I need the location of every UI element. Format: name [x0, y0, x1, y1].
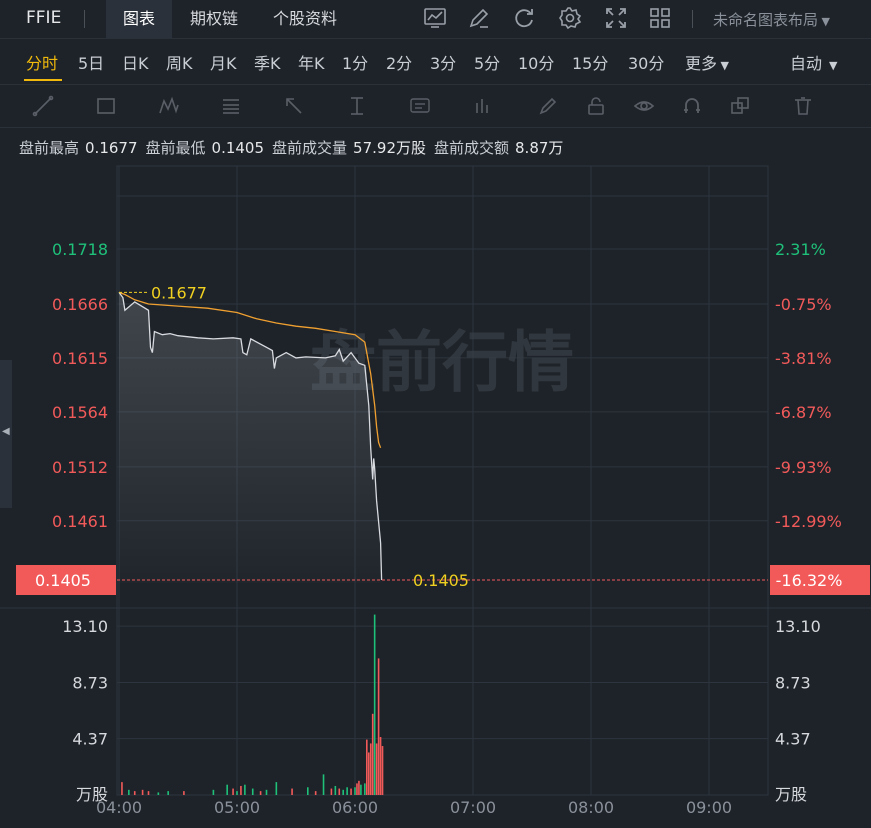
percent-tick-label: -6.87%: [775, 403, 832, 422]
volume-bar: [346, 787, 348, 795]
volume-tick-label: 8.73: [775, 674, 811, 693]
price-tick-label: 0.1564: [52, 403, 108, 422]
volume-bar: [291, 788, 293, 795]
volume-bar: [121, 782, 123, 795]
price-volume-chart[interactable]: 盘前行情0.16770.14050.1405 -16.32%0.1718 2.31%…: [0, 0, 871, 828]
volume-bar: [236, 791, 238, 795]
volume-bar: [133, 791, 136, 795]
volume-bar: [338, 788, 341, 795]
volume-bar: [375, 743, 378, 795]
volume-bar: [342, 789, 344, 795]
volume-bar: [226, 784, 228, 795]
time-tick-label: 09:00: [686, 798, 732, 817]
volume-tick-label: 4.37: [775, 730, 811, 749]
volume-bar: [381, 746, 384, 795]
current-price-tag-text: 0.1405: [35, 571, 91, 590]
percent-tick-label: -9.93%: [775, 458, 832, 477]
volume-bar: [212, 789, 215, 795]
time-tick-label: 07:00: [450, 798, 496, 817]
percent-tick-label: -3.81%: [775, 349, 832, 368]
high-marker-label: 0.1677: [151, 283, 207, 302]
volume-bar: [373, 614, 376, 795]
volume-bar: [356, 783, 358, 795]
volume-bar: [358, 780, 360, 795]
volume-bar: [240, 785, 242, 795]
price-tick-label: 0.1666: [52, 295, 108, 314]
volume-bar: [379, 737, 382, 795]
volume-tick-label: 13.10: [775, 617, 821, 636]
volume-bar: [322, 774, 325, 795]
volume-bar: [141, 789, 144, 795]
volume-bar: [334, 785, 337, 795]
time-tick-label: 06:00: [332, 798, 378, 817]
volume-bar: [157, 792, 160, 795]
time-tick-label: 05:00: [214, 798, 260, 817]
time-tick-label: 08:00: [568, 798, 614, 817]
volume-bar: [183, 791, 185, 795]
volume-tick-label: 4.37: [72, 730, 108, 749]
price-tick-label: 0.1461: [52, 512, 108, 531]
volume-tick-label: 13.10: [62, 617, 108, 636]
volume-bar: [232, 788, 234, 795]
price-tick-label: 0.1615: [52, 349, 108, 368]
volume-bar: [251, 788, 254, 795]
volume-bar: [244, 784, 246, 795]
volume-bar: [265, 789, 268, 795]
volume-bar: [371, 713, 374, 795]
time-tick-label: 04:00: [96, 798, 142, 817]
volume-tick-label: 8.73: [72, 674, 108, 693]
volume-bar: [350, 788, 352, 795]
volume-unit-label: 万股: [775, 785, 807, 804]
chevron-left-icon: ◀: [2, 426, 10, 437]
volume-bar: [377, 658, 380, 795]
current-percent-tag-text: -16.32%: [776, 571, 843, 590]
volume-bar: [369, 743, 372, 795]
percent-tick-label: -12.99%: [775, 512, 842, 531]
volume-bar: [275, 782, 278, 795]
sidebar-collapse-handle[interactable]: ◀: [0, 360, 12, 508]
volume-bar: [366, 739, 368, 795]
volume-bar: [167, 791, 169, 795]
current-price-label: 0.1405: [413, 571, 469, 590]
percent-tick-label: -0.75%: [775, 295, 832, 314]
volume-bar: [330, 788, 333, 795]
percent-tick-label: 2.31%: [775, 240, 826, 259]
price-tick-label: 0.1718: [52, 240, 108, 259]
volume-bar: [367, 752, 370, 795]
volume-bar: [314, 791, 317, 795]
volume-bar: [259, 791, 262, 795]
volume-bar: [128, 789, 130, 795]
volume-bar: [307, 787, 309, 795]
volume-bar: [147, 791, 150, 795]
price-tick-label: 0.1512: [52, 458, 108, 477]
volume-bar: [354, 787, 356, 795]
volume-bar: [360, 784, 362, 795]
volume-bar: [364, 783, 366, 795]
